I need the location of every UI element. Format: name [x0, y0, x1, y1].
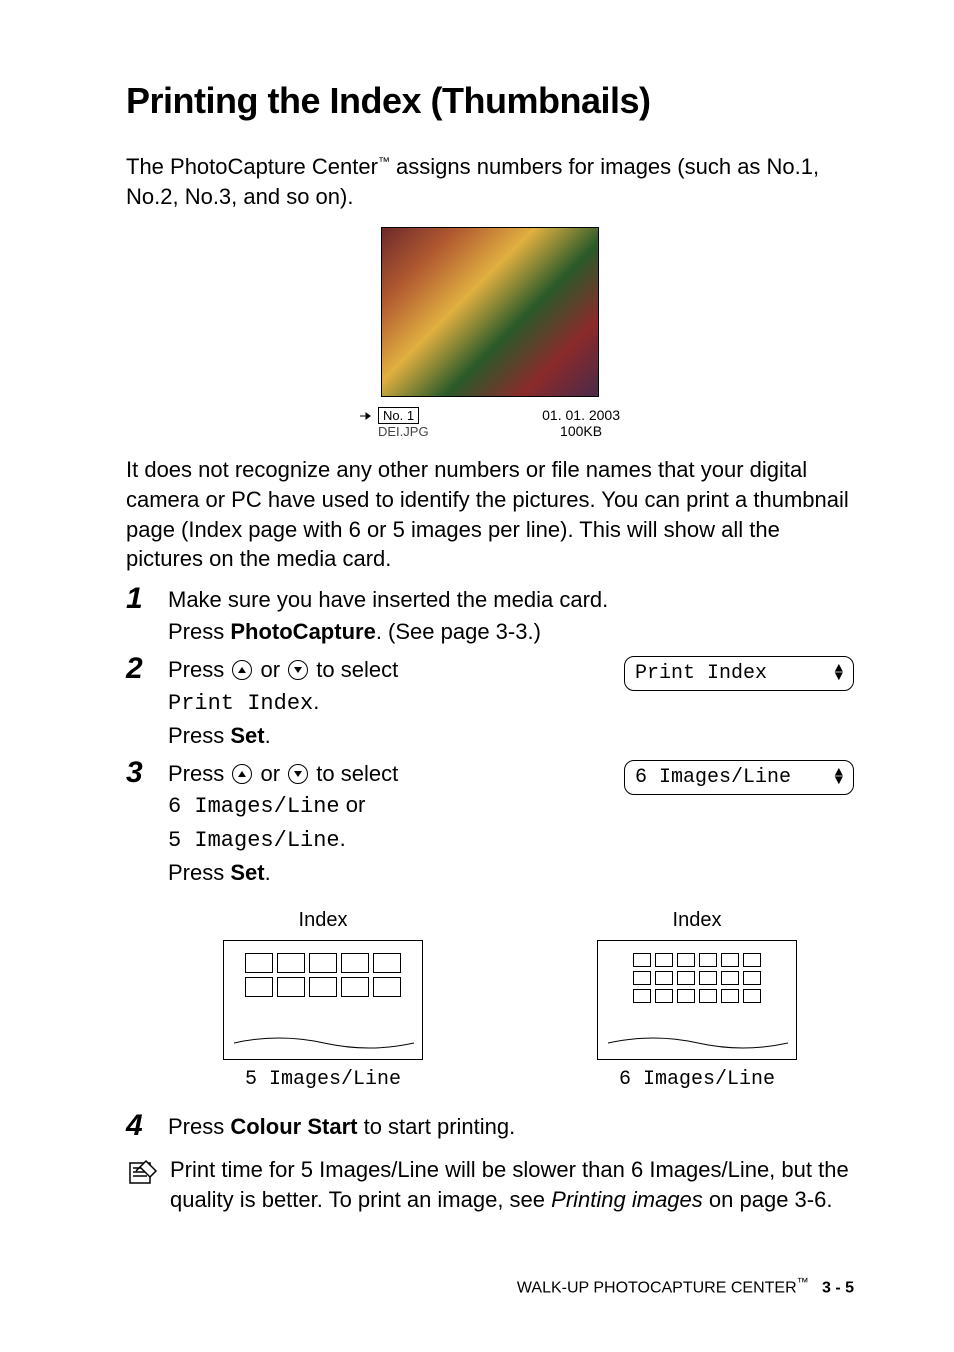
step-2-period: .	[313, 689, 319, 714]
print-index-option: Print Index	[168, 691, 313, 716]
sample-photo-block: No. 1 DEI.JPG 01. 01. 2003 100KB	[126, 227, 854, 439]
step-3: 3 Press or to select 6 Images/Line or 5 …	[126, 758, 854, 890]
note: Print time for 5 Images/Line will be slo…	[126, 1155, 854, 1214]
step-3-period2: .	[265, 860, 271, 885]
set-button-label: Set	[230, 723, 264, 748]
footer: WALK-UP PHOTOCAPTURE CENTER™ 3 - 5	[517, 1275, 854, 1297]
photo-filename: DEI.JPG	[378, 424, 429, 439]
photo-size: 100KB	[542, 423, 620, 439]
diagram-caption-6: 6 Images/Line	[619, 1068, 775, 1091]
step-2-or: or	[254, 657, 286, 682]
step-number: 4	[126, 1109, 168, 1142]
up-key-icon	[232, 660, 252, 680]
index-diagrams: Index 5 Images/Line Index 6 Images/Line	[166, 909, 854, 1091]
step-1: 1 Make sure you have inserted the media …	[126, 584, 854, 648]
updown-indicator-icon: ▲▼	[835, 769, 843, 786]
up-key-icon	[232, 764, 252, 784]
down-key-icon	[288, 660, 308, 680]
diagram-label-top: Index	[673, 909, 722, 932]
step-2-press-set: Press	[168, 723, 230, 748]
diagram-5-per-line: Index 5 Images/Line	[223, 909, 423, 1091]
step-3-period: .	[340, 826, 346, 851]
step-1-press: Press	[168, 619, 230, 644]
thumbnail-sheet-5	[223, 940, 423, 1060]
diagram-caption-5: 5 Images/Line	[245, 1068, 401, 1091]
step-3-press: Press	[168, 761, 230, 786]
lcd-display-print-index: Print Index ▲▼	[624, 656, 854, 691]
step-2-period2: .	[265, 723, 271, 748]
diagram-6-per-line: Index 6 Images/Line	[597, 909, 797, 1091]
thumbnail-sheet-6	[597, 940, 797, 1060]
step-4: 4 Press Colour Start to start printing.	[126, 1111, 854, 1143]
set-button-label: Set	[230, 860, 264, 885]
diagram-label-top: Index	[299, 909, 348, 932]
step-3-or: or	[254, 761, 286, 786]
colour-start-button-label: Colour Start	[230, 1114, 357, 1139]
step-4-rest: to start printing.	[357, 1114, 515, 1139]
page-number: 3 - 5	[822, 1279, 854, 1296]
updown-indicator-icon: ▲▼	[835, 665, 843, 682]
lcd-text: 6 Images/Line	[635, 763, 791, 792]
step-2-toselect: to select	[310, 657, 398, 682]
trademark-symbol: ™	[378, 155, 390, 169]
photo-number-box: No. 1	[378, 407, 419, 424]
photocapture-button-label: PhotoCapture	[230, 619, 375, 644]
printing-images-ref: Printing images	[551, 1187, 703, 1212]
footer-label: WALK-UP PHOTOCAPTURE CENTER	[517, 1279, 797, 1296]
step-1-line-2: Press PhotoCapture. (See page 3-3.)	[168, 616, 854, 648]
step-3-or-text: or	[340, 792, 366, 817]
step-number: 2	[126, 652, 168, 685]
intro-paragraph: The PhotoCapture Center™ assigns numbers…	[126, 152, 854, 211]
step-number: 1	[126, 582, 168, 615]
step-3-press-set: Press	[168, 860, 230, 885]
step-4-press: Press	[168, 1114, 230, 1139]
page-curl-icon	[234, 1033, 414, 1053]
intro-prefix: The PhotoCapture Center	[126, 154, 378, 179]
photo-metadata: No. 1 DEI.JPG 01. 01. 2003 100KB	[360, 407, 620, 439]
step-3-toselect: to select	[310, 761, 398, 786]
page-curl-icon	[608, 1033, 788, 1053]
down-key-icon	[288, 764, 308, 784]
five-images-option: 5 Images/Line	[168, 828, 340, 853]
photo-date: 01. 01. 2003	[542, 407, 620, 423]
lcd-text: Print Index	[635, 659, 767, 688]
trademark-symbol: ™	[797, 1275, 809, 1289]
lcd-display-six-images: 6 Images/Line ▲▼	[624, 760, 854, 795]
page-title: Printing the Index (Thumbnails)	[126, 80, 854, 122]
steps-list: 1 Make sure you have inserted the media …	[126, 584, 854, 889]
step-2: 2 Press or to select Print Index. Press …	[126, 654, 854, 752]
note-text-c: on page 3-6.	[703, 1187, 833, 1212]
six-images-option: 6 Images/Line	[168, 794, 340, 819]
step-1-line-1: Make sure you have inserted the media ca…	[168, 584, 854, 616]
sample-photo	[381, 227, 599, 397]
step-number: 3	[126, 756, 168, 789]
step-2-press: Press	[168, 657, 230, 682]
paragraph-2: It does not recognize any other numbers …	[126, 455, 854, 574]
note-icon	[126, 1157, 160, 1191]
step-1-ref: . (See page 3-3.)	[376, 619, 541, 644]
pointer-arrow-icon	[360, 411, 374, 421]
